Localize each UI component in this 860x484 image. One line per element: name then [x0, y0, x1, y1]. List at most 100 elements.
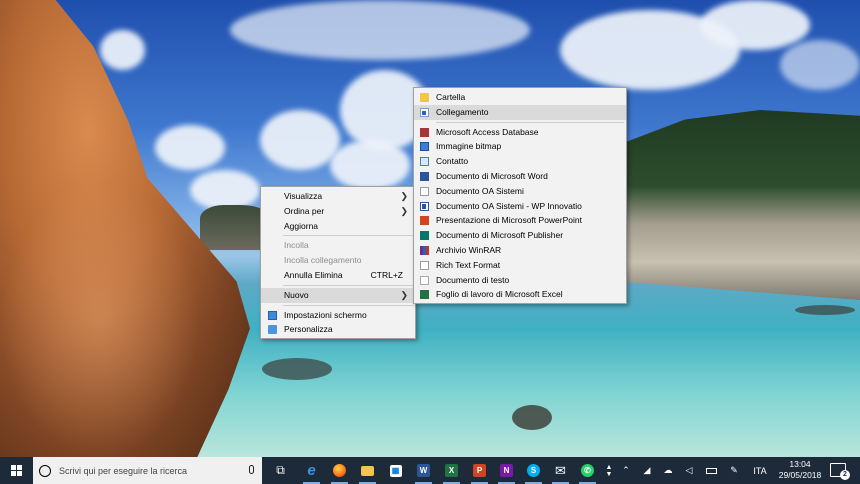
firefox-icon — [333, 464, 346, 477]
search-box[interactable]: Scrivi qui per eseguire la ricerca — [33, 457, 262, 484]
chevron-right-icon: ❯ — [400, 289, 408, 300]
submenu-item-excel[interactable]: Foglio di lavoro di Microsoft Excel — [414, 287, 626, 302]
submenu-item-rich-text[interactable]: Rich Text Format — [414, 258, 626, 273]
whatsapp-button[interactable]: ✆ — [578, 461, 597, 484]
show-hidden-icons-button[interactable]: ⌃ — [619, 457, 633, 484]
powerpoint-icon: P — [473, 464, 486, 477]
submenu-item-access-database[interactable]: Microsoft Access Database — [414, 125, 626, 140]
network-tray-button[interactable]: ◢ — [640, 457, 654, 484]
word-button[interactable]: W — [414, 461, 433, 484]
submenu-item-contatto[interactable]: Contatto — [414, 154, 626, 169]
submenu-item-publisher[interactable]: Documento di Microsoft Publisher — [414, 228, 626, 243]
cloud — [190, 170, 260, 210]
language-indicator[interactable]: ITA — [750, 457, 770, 484]
menu-item-incolla[interactable]: Incolla — [261, 238, 415, 253]
submenu-item-immagine-bitmap[interactable]: Immagine bitmap — [414, 139, 626, 154]
notification-count-badge: 2 — [840, 470, 850, 480]
wifi-icon: ◢ — [643, 465, 651, 475]
clock-time: 13:04 — [789, 459, 811, 469]
menu-item-nuovo[interactable]: Nuovo ❯ — [261, 287, 415, 303]
folder-icon — [361, 465, 374, 476]
word-icon: W — [417, 464, 430, 477]
edge-icon: e — [307, 462, 316, 479]
chevron-up-icon: ⌃ — [622, 465, 630, 475]
store-icon: ▦ — [389, 464, 402, 477]
cloud — [230, 0, 530, 60]
menu-item-ordina-per[interactable]: Ordina per ❯ — [261, 204, 415, 219]
submenu-item-oa-sistemi-document[interactable]: Documento OA Sistemi — [414, 184, 626, 199]
contact-icon — [420, 157, 429, 167]
cloud — [155, 125, 225, 170]
menu-item-personalizza[interactable]: Personalizza — [261, 322, 415, 337]
underwater-rock — [262, 358, 332, 380]
battery-tray-button[interactable] — [703, 457, 719, 484]
menu-separator — [283, 284, 413, 286]
personalize-icon — [268, 325, 277, 335]
shortcut-icon — [420, 107, 429, 117]
menu-item-aggiorna[interactable]: Aggiorna — [261, 219, 415, 234]
taskbar-scroll[interactable]: ▲ ▼ — [603, 457, 615, 484]
publisher-icon — [420, 231, 429, 241]
submenu-item-collegamento[interactable]: Collegamento — [414, 104, 626, 120]
speaker-icon: ◁ — [685, 465, 693, 475]
submenu-item-oa-sistemi-wp[interactable]: Documento OA Sistemi - WP Innovatio — [414, 199, 626, 214]
onenote-button[interactable]: N — [497, 461, 516, 484]
submenu-item-text-document[interactable]: Documento di testo — [414, 273, 626, 288]
left-cliff-highlight — [0, 180, 200, 457]
volume-tray-button[interactable]: ◁ — [682, 457, 696, 484]
text-document-icon — [420, 275, 429, 285]
windows-logo-icon — [11, 465, 22, 476]
chevron-down-icon: ▼ — [605, 470, 613, 478]
menu-item-annulla-elimina[interactable]: Annulla Elimina CTRL+Z — [261, 268, 415, 283]
document-word-icon — [420, 201, 429, 211]
access-icon — [420, 127, 429, 137]
submenu-item-winrar[interactable]: Archivio WinRAR — [414, 243, 626, 258]
battery-icon — [705, 467, 717, 474]
skype-button[interactable]: S — [524, 461, 543, 484]
file-explorer-button[interactable] — [358, 461, 377, 484]
menu-item-visualizza[interactable]: Visualizza ❯ — [261, 189, 415, 204]
mail-button[interactable]: ✉ — [551, 461, 570, 484]
cloud-icon: ☁ — [663, 465, 673, 475]
task-view-icon: ⧉ — [276, 463, 285, 477]
edge-button[interactable]: e — [302, 461, 321, 484]
search-placeholder: Scrivi qui per eseguire la ricerca — [59, 465, 188, 476]
cloud — [780, 40, 860, 90]
pen-icon: ✎ — [730, 465, 738, 475]
onedrive-tray-button[interactable]: ☁ — [660, 457, 676, 484]
submenu-item-cartella[interactable]: Cartella — [414, 90, 626, 105]
underwater-rock — [795, 305, 855, 315]
microphone-icon[interactable] — [249, 465, 254, 474]
taskbar: Scrivi qui per eseguire la ricerca ⧉ e ▦… — [0, 457, 860, 484]
right-cliff — [610, 110, 860, 300]
cloud — [700, 0, 810, 50]
task-view-button[interactable]: ⧉ — [271, 461, 290, 480]
chevron-right-icon: ❯ — [400, 191, 408, 201]
mail-icon: ✉ — [555, 462, 566, 478]
start-button[interactable] — [0, 457, 33, 484]
cloud — [100, 30, 145, 70]
winrar-icon — [420, 245, 429, 255]
menu-item-impostazioni-schermo[interactable]: Impostazioni schermo — [261, 308, 415, 323]
cloud — [260, 110, 340, 170]
excel-button[interactable]: X — [442, 461, 461, 484]
submenu-item-word-document[interactable]: Documento di Microsoft Word — [414, 169, 626, 184]
store-button[interactable]: ▦ — [386, 461, 405, 480]
chevron-up-icon: ▲ — [605, 463, 613, 471]
menu-item-incolla-collegamento[interactable]: Incolla collegamento — [261, 253, 415, 268]
word-icon — [420, 171, 429, 181]
firefox-button[interactable] — [330, 461, 349, 484]
new-submenu: Cartella Collegamento Microsoft Access D… — [413, 87, 627, 304]
powerpoint-button[interactable]: P — [470, 461, 489, 484]
clock-date: 29/05/2018 — [778, 470, 822, 480]
document-icon — [420, 186, 429, 196]
bitmap-icon — [420, 142, 429, 152]
powerpoint-icon — [420, 216, 429, 226]
excel-icon — [420, 290, 429, 300]
pen-tray-button[interactable]: ✎ — [727, 457, 741, 484]
skype-icon: S — [527, 464, 540, 477]
submenu-item-powerpoint[interactable]: Presentazione di Microsoft PowerPoint — [414, 213, 626, 228]
desktop-context-menu: Visualizza ❯ Ordina per ❯ Aggiorna Incol… — [260, 186, 416, 339]
onenote-icon: N — [500, 464, 513, 477]
clock[interactable]: 13:04 29/05/2018 — [775, 459, 825, 481]
